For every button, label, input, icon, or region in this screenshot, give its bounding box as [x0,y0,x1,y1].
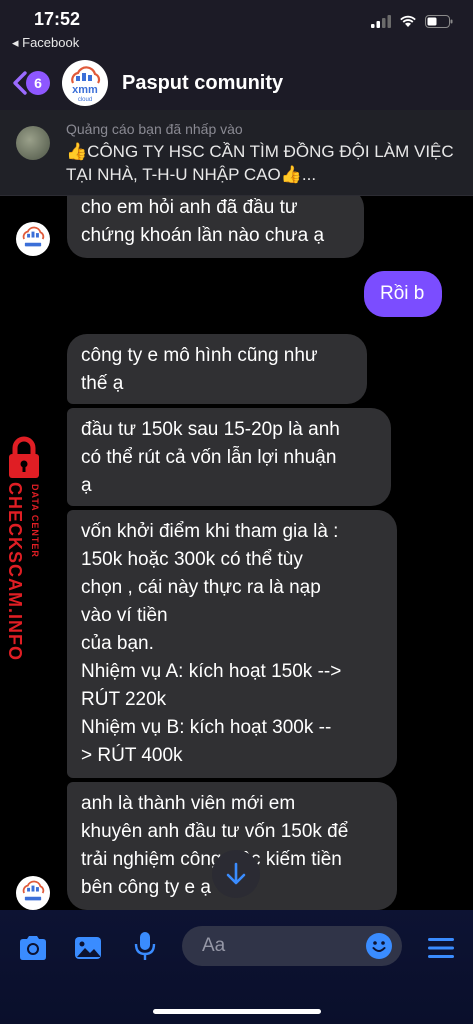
sender-avatar[interactable] [16,222,50,256]
message-input-field[interactable] [182,926,402,966]
gallery-icon[interactable] [73,934,103,962]
status-time: 17:52 [34,9,81,29]
microphone-icon[interactable] [133,930,157,962]
camera-icon[interactable] [17,934,49,962]
message-bubble[interactable]: đầu tư 150k sau 15-20p là anh có thể rút… [67,408,391,506]
wifi-icon [400,15,416,27]
group-avatar[interactable]: xmm cloud [62,60,108,106]
battery-icon [425,14,453,28]
status-bar: 17:52 ◂ Facebook [0,0,473,56]
emoji-button[interactable] [366,933,392,959]
ad-label: Quảng cáo bạn đã nhấp vào [66,121,243,137]
home-indicator[interactable] [153,1009,321,1014]
chat-header: 6 xmm cloud Pasput comunity [0,56,473,110]
watermark: CHECKSCAM.INFO DATA CENTER [0,436,52,666]
cloud-logo-icon [22,226,45,247]
avatar-subtext: cloud [78,97,92,103]
message-bubble[interactable]: vốn khởi điểm khi tham gia là : 150k hoặ… [67,510,397,778]
message-input[interactable] [202,926,362,966]
watermark-sub-text: DATA CENTER [30,484,40,558]
emoji-icon [372,941,386,952]
unread-badge: 6 [26,71,50,95]
scroll-to-bottom-button[interactable] [212,850,260,898]
sender-avatar[interactable] [16,876,50,910]
back-to-facebook-link[interactable]: ◂ Facebook [12,35,79,51]
signal-icon [371,14,391,28]
chevron-down-icon [226,862,246,885]
message-bubble-outgoing[interactable]: Rồi b [364,271,442,317]
ad-thumbnail [16,126,50,160]
menu-icon[interactable] [427,936,455,960]
message-bubble[interactable]: cho em hỏi anh đã đầu tư chứng khoán lần… [67,196,364,258]
ad-banner[interactable]: Quảng cáo bạn đã nhấp vào 👍CÔNG TY HSC C… [0,110,473,196]
lock-icon [9,436,39,478]
message-bubble[interactable]: công ty e mô hình cũng như thế ạ [67,334,367,404]
watermark-main-text: CHECKSCAM.INFO [5,482,25,661]
cloud-logo-icon: xmm cloud [71,66,101,103]
message-list[interactable]: cho em hỏi anh đã đầu tư chứng khoán lần… [0,196,473,910]
composer-bar [0,910,473,1024]
avatar-text: xmm [72,84,98,96]
status-icons [371,14,453,28]
chat-title[interactable]: Pasput comunity [122,72,283,95]
cloud-logo-icon [22,880,45,901]
ad-text: 👍CÔNG TY HSC CẦN TÌM ĐỒNG ĐỘI LÀM VIỆC T… [66,142,454,184]
